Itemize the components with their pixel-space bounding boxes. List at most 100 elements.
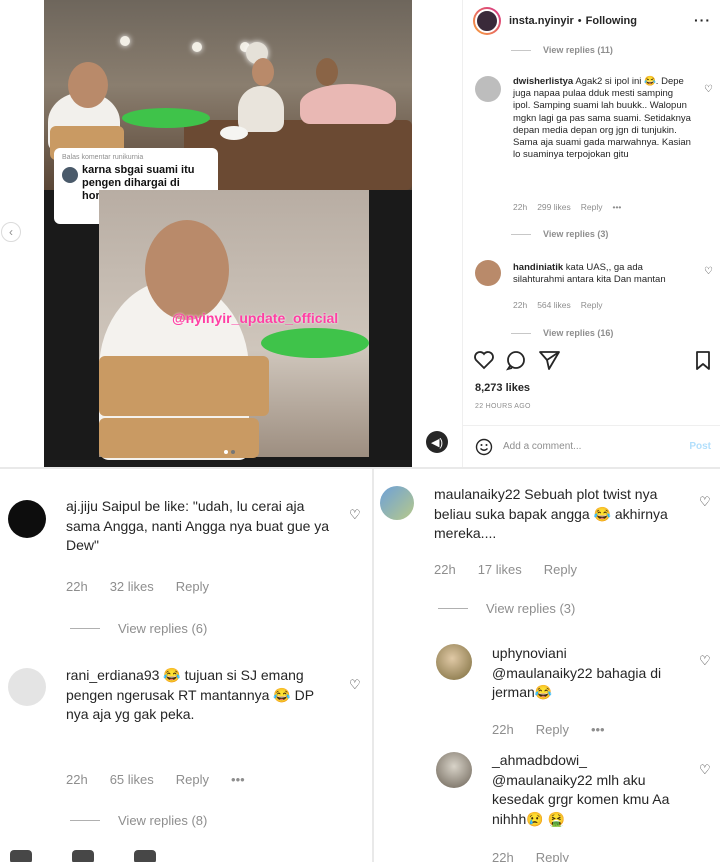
save-bookmark-icon [696,351,710,370]
reply-button[interactable]: Reply [544,562,577,577]
person [300,84,396,124]
toolbar-icon[interactable] [72,850,94,862]
separator-dot: • [577,15,582,27]
heart-icon[interactable]: ♡ [699,494,711,510]
comment-likes[interactable]: 564 likes [537,300,571,310]
emoji-icon[interactable] [475,438,493,456]
green-lid [122,108,210,128]
comment-time: 22h [513,300,528,310]
comment-meta: 22h Reply ••• [492,722,605,737]
toolbar-icon[interactable] [10,850,32,862]
previous-post-button[interactable]: ‹ [1,222,21,242]
heart-icon[interactable]: ♡ [699,762,711,778]
comment-meta: 22h 17 likes Reply [434,562,577,577]
comment-time: 22h [66,772,88,787]
commenter-avatar[interactable] [8,500,46,538]
wall-lamp [192,42,202,52]
post-video[interactable]: Balas komentar runikurnia karna sbgai su… [44,0,412,467]
screenshot-root: ‹ Balas komentar runikurnia karna sbgai … [0,0,720,862]
comment-likes[interactable]: 65 likes [110,772,154,787]
post-username[interactable]: insta.nyinyir [509,15,574,27]
person [238,86,284,132]
reply-button[interactable]: Reply [536,722,569,737]
comment-thread: aj.jiju Saipul be like: "udah, lu cerai … [0,469,372,669]
heart-icon[interactable]: ♡ [704,266,713,277]
commenter-username[interactable]: maulanaiky22 [434,486,520,502]
more-icon[interactable]: ••• [231,772,245,787]
likes-count[interactable]: 8,273 likes [475,382,530,394]
wall-lamp [120,36,130,46]
person-head [316,58,338,86]
commenter-avatar[interactable] [380,486,414,520]
view-replies-button[interactable]: View replies (8) [70,813,207,828]
post-timestamp: 22 HOURS AGO [475,403,531,410]
toolbar-icon[interactable] [134,850,156,862]
reply-button[interactable]: Reply [176,579,209,594]
person-head [252,58,274,86]
comment-text: Agak2 si ipol ini 😂. Depe juga napaa pul… [513,76,691,161]
comment-time: 22h [492,722,514,737]
post-comment-button[interactable]: Post [689,441,711,452]
view-replies-button[interactable]: View replies (16) [463,328,613,338]
heart-icon[interactable]: ♡ [704,84,713,95]
post-actions [473,348,713,372]
comment-likes[interactable]: 299 likes [537,202,571,212]
comment-thread: rani_erdiana93 😂 tujuan si SJ emang peng… [0,660,372,850]
reply-comment: _ahmadbdowi_ @maulanaiky22 mlh aku kesed… [374,746,720,862]
reply-button[interactable]: Reply [176,772,209,787]
side-comments-list[interactable]: View replies (11) dwisherlistya Agak2 si… [463,42,720,340]
heart-icon[interactable]: ♡ [699,653,711,669]
commenter-username[interactable]: handiniatik [513,262,563,273]
post-side-panel: insta.nyinyir • Following ··· View repli… [462,0,720,467]
view-replies-button[interactable]: View replies (6) [70,621,207,636]
jar [99,418,259,458]
carousel-dot [231,450,235,454]
following-button[interactable]: Following [586,15,637,27]
reply-button[interactable]: Reply [581,300,603,310]
reply-to-label: Balas komentar runikurnia [62,154,144,161]
comment-time: 22h [434,562,456,577]
sound-toggle-button[interactable]: ◀) [426,431,448,453]
jar [99,356,269,416]
add-comment-input[interactable]: Add a comment... [503,441,689,452]
commenter-avatar[interactable] [475,76,501,102]
commenter-username[interactable]: rani_erdiana93 [66,667,159,683]
more-icon[interactable]: ••• [591,722,605,737]
profile-avatar[interactable] [473,7,501,35]
view-replies-button[interactable]: View replies (11) [463,45,720,55]
view-replies-button[interactable]: View replies (3) [438,601,575,616]
post-actions-icons [474,351,710,371]
reply-comment: uphynoviani @maulanaiky22 bahagia di jer… [374,636,720,746]
heart-icon[interactable]: ♡ [349,677,361,693]
comment-likes[interactable]: 32 likes [110,579,154,594]
commenter-username[interactable]: dwisherlistya [513,76,573,87]
person-head [145,220,229,320]
instagram-post: ‹ Balas komentar runikurnia karna sbgai … [0,0,720,467]
view-replies-button[interactable]: View replies (3) [463,229,608,239]
carousel-dots [224,450,235,454]
chevron-left-icon: ‹ [9,225,13,239]
comment-text: Saipul be like: "udah, lu cerai aja sama… [66,498,330,553]
heart-icon[interactable]: ♡ [349,507,361,523]
cropped-toolbar [0,850,372,862]
commenter-username[interactable]: aj.jiju [66,498,98,514]
more-options-icon[interactable]: ··· [694,12,711,28]
comment-likes[interactable]: 17 likes [478,562,522,577]
video-frame-top: Balas komentar runikurnia karna sbgai su… [44,0,412,224]
commenter-avatar[interactable] [475,260,501,286]
reply-button[interactable]: Reply [581,202,603,212]
commenter-username[interactable]: _ahmadbdowi_ [492,752,587,768]
like-heart-icon [474,351,494,370]
commenter-username[interactable]: uphynoviani [492,645,567,661]
commenter-avatar[interactable] [436,752,472,788]
speaker-icon: ◀) [430,436,444,449]
commenter-avatar[interactable] [436,644,472,680]
more-icon[interactable]: ••• [612,202,621,212]
add-comment-bar: Add a comment... Post [463,425,720,467]
commenter-avatar[interactable] [8,668,46,706]
comment-time: 22h [66,579,88,594]
comment-time: 22h [513,202,528,212]
comment-thread: maulanaiky22 Sebuah plot twist nya belia… [374,469,720,639]
reply-button[interactable]: Reply [536,850,569,862]
person-head [68,62,108,108]
